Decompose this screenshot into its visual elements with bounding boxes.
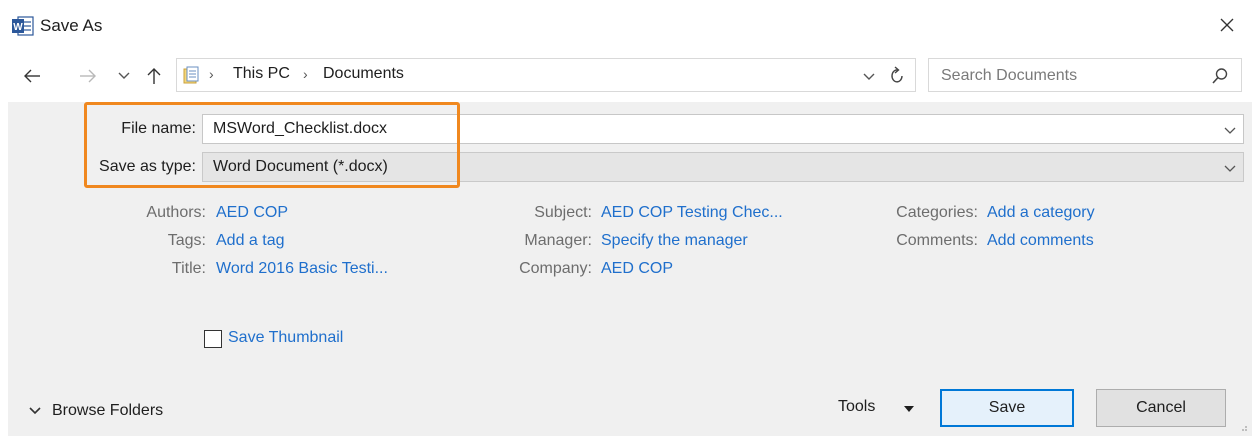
- tags-value[interactable]: Add a tag: [216, 232, 285, 250]
- comments-value[interactable]: Add comments: [987, 232, 1094, 250]
- file-name-label: File name:: [121, 120, 196, 137]
- file-name-value[interactable]: MSWord_Checklist.docx: [213, 120, 387, 138]
- cancel-button[interactable]: Cancel: [1096, 389, 1226, 427]
- browse-folders-label[interactable]: Browse Folders: [52, 402, 163, 420]
- manager-label: Manager:: [524, 232, 592, 249]
- breadcrumb-separator[interactable]: ›: [209, 66, 214, 82]
- refresh-icon[interactable]: [887, 66, 907, 86]
- save-thumbnail-checkbox[interactable]: [204, 330, 222, 348]
- title-bar: W Save As: [0, 0, 1252, 48]
- breadcrumb-this-pc[interactable]: This PC: [233, 65, 290, 83]
- search-input[interactable]: [941, 65, 1191, 87]
- save-as-dialog: W Save As › This PC › Documents Search D…: [0, 0, 1252, 436]
- back-arrow-icon: [24, 69, 40, 83]
- chevron-down-icon: [29, 407, 41, 415]
- window-title: Save As: [40, 16, 103, 35]
- back-button[interactable]: [20, 64, 44, 88]
- browse-folders-toggle[interactable]: Browse Folders: [28, 402, 163, 420]
- up-arrow-icon: [147, 68, 161, 84]
- word-icon: W: [12, 16, 34, 36]
- navigation-bar: › This PC › Documents: [0, 54, 1252, 98]
- tags-label: Tags:: [167, 232, 206, 249]
- chevron-down-icon: [118, 72, 130, 79]
- forward-button[interactable]: [76, 64, 100, 88]
- save-button[interactable]: Save: [940, 389, 1074, 427]
- documents-folder-icon: [183, 66, 199, 84]
- save-as-type-label: Save as type:: [99, 158, 196, 175]
- chevron-down-icon[interactable]: [861, 68, 877, 84]
- breadcrumb-separator[interactable]: ›: [303, 66, 308, 82]
- categories-value[interactable]: Add a category: [987, 204, 1095, 222]
- close-button[interactable]: [1210, 10, 1244, 40]
- title-label: Title:: [171, 260, 206, 277]
- save-as-type-select[interactable]: Word Document (*.docx): [202, 152, 1244, 182]
- comments-label: Comments:: [896, 232, 978, 249]
- subject-label: Subject:: [534, 204, 592, 221]
- authors-value[interactable]: AED COP: [216, 204, 288, 222]
- tools-menu[interactable]: Tools: [838, 398, 875, 416]
- chevron-down-icon[interactable]: [1223, 161, 1237, 175]
- forward-arrow-icon: [80, 69, 96, 83]
- resize-grip-icon[interactable]: [1240, 424, 1248, 432]
- close-icon: [1220, 18, 1234, 32]
- company-label: Company:: [519, 260, 592, 277]
- authors-label: Authors:: [146, 204, 206, 221]
- manager-value[interactable]: Specify the manager: [601, 232, 748, 250]
- svg-text:W: W: [13, 22, 23, 33]
- categories-label: Categories:: [896, 204, 978, 221]
- recent-locations-button[interactable]: [112, 64, 136, 88]
- subject-value[interactable]: AED COP Testing Chec...: [601, 204, 783, 222]
- file-name-field[interactable]: MSWord_Checklist.docx: [202, 114, 1244, 144]
- breadcrumb-documents[interactable]: Documents: [323, 65, 404, 83]
- title-value[interactable]: Word 2016 Basic Testi...: [216, 260, 388, 278]
- company-value[interactable]: AED COP: [601, 260, 673, 278]
- save-thumbnail-label[interactable]: Save Thumbnail: [228, 329, 343, 347]
- search-icon[interactable]: [1211, 67, 1229, 85]
- chevron-down-icon[interactable]: [1223, 123, 1237, 137]
- search-box[interactable]: [928, 58, 1242, 92]
- address-bar[interactable]: › This PC › Documents: [176, 58, 916, 92]
- save-as-type-value[interactable]: Word Document (*.docx): [213, 158, 388, 176]
- caret-down-icon[interactable]: [903, 404, 915, 414]
- up-button[interactable]: [142, 64, 166, 88]
